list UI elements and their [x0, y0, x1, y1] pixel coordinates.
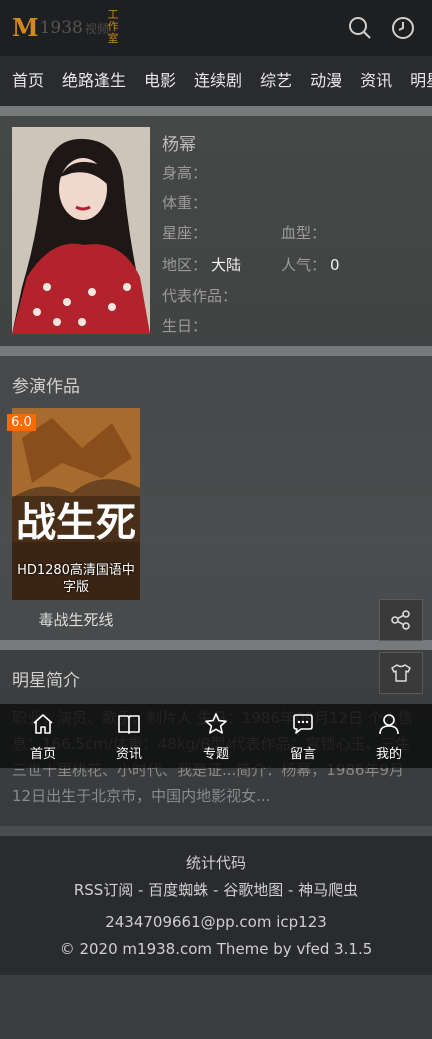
site-logo[interactable]: M 1938 视频 工作室	[12, 9, 119, 45]
poster-art-text: 战生死	[16, 500, 136, 546]
tab-label: 我的	[375, 747, 402, 762]
star-name: 杨幂	[162, 135, 196, 155]
chat-icon	[293, 714, 313, 734]
tab-messages[interactable]: 留言	[273, 704, 333, 768]
star-photo[interactable]	[12, 127, 150, 334]
tab-label: 首页	[29, 747, 56, 762]
work-title[interactable]: 毒战生死线	[12, 609, 140, 630]
birthday-field: 生日：	[162, 315, 207, 336]
works-section: 参演作品 战生死 HD1280高清国语中字版 毒战生死线	[0, 356, 432, 638]
weight-field: 体重：	[162, 192, 207, 213]
works-title: 参演作品	[12, 377, 80, 397]
book-icon	[118, 715, 140, 734]
height-label: 身高：	[162, 164, 208, 182]
logo-letter: M	[12, 13, 39, 42]
nav-item-anime[interactable]: 动漫	[310, 56, 342, 106]
tab-label: 资讯	[115, 747, 142, 762]
tab-mine[interactable]: 我的	[359, 704, 419, 768]
page-bottom	[0, 975, 432, 1039]
shirt-button[interactable]	[379, 652, 423, 694]
region-field: 地区： 大陆	[162, 254, 241, 275]
footer-stats: 统计代码	[185, 854, 246, 872]
bio-title: 明星简介	[12, 671, 80, 691]
bottom-tabbar: 首页 资讯 专题 留言 我的	[0, 704, 432, 768]
tab-home[interactable]: 首页	[13, 704, 73, 768]
nav-item-movie[interactable]: 电影	[144, 56, 176, 106]
user-icon	[379, 714, 399, 735]
share-button[interactable]	[379, 599, 423, 641]
portrait-image	[12, 127, 150, 334]
main-nav: 首页绝路逢生电影连续剧综艺动漫资讯明星	[0, 56, 432, 106]
works-label: 代表作品：	[162, 287, 238, 305]
divider	[0, 346, 432, 356]
birthday-label: 生日：	[162, 317, 208, 335]
nav-item-series[interactable]: 连续剧	[194, 56, 242, 106]
star-icon	[205, 713, 227, 734]
header: M 1938 视频 工作室	[0, 0, 432, 56]
region-value: 大陆	[211, 256, 242, 274]
share-icon	[391, 610, 410, 630]
blood-field: 血型：	[281, 222, 326, 243]
nav-item-variety[interactable]: 综艺	[260, 56, 292, 106]
weight-label: 体重：	[162, 194, 208, 212]
tab-topics[interactable]: 专题	[186, 704, 246, 768]
footer-copyright: © 2020 m1938.com Theme by vfed 3.1.5	[59, 940, 373, 958]
search-icon[interactable]	[347, 15, 373, 41]
logo-number: 1938	[39, 18, 83, 38]
tab-label: 留言	[289, 747, 316, 762]
popularity-field: 人气： 0	[281, 254, 340, 275]
footer: 统计代码 RSS订阅 - 百度蜘蛛 - 谷歌地图 - 神马爬虫 24347096…	[0, 836, 432, 975]
divider	[0, 826, 432, 836]
shirt-icon	[391, 664, 411, 682]
star-profile-card: 杨幂 身高： 体重： 星座： 血型： 地区： 大陆 人气： 0 代表作品： 生日：	[0, 116, 432, 346]
constellation-field: 星座：	[162, 222, 207, 243]
popularity-value: 0	[330, 256, 340, 274]
height-field: 身高：	[162, 162, 207, 183]
score-badge: 6.0	[7, 414, 36, 431]
footer-contact: 2434709661@pp.com icp123	[105, 913, 327, 931]
clock-icon[interactable]	[390, 15, 416, 41]
home-icon	[33, 714, 53, 734]
nav-item-stars[interactable]: 明星	[410, 56, 432, 106]
footer-links[interactable]: RSS订阅 - 百度蜘蛛 - 谷歌地图 - 神马爬虫	[0, 879, 432, 900]
tab-label: 专题	[202, 747, 229, 762]
tab-news[interactable]: 资讯	[99, 704, 159, 768]
nav-item-home[interactable]: 首页	[12, 56, 44, 106]
logo-badge: 工作室	[107, 8, 119, 45]
works-field: 代表作品：	[162, 285, 237, 306]
poster-caption: HD1280高清国语中字版	[17, 563, 135, 595]
nav-item-juelu[interactable]: 绝路逢生	[62, 56, 126, 106]
popularity-label: 人气：	[281, 256, 327, 274]
divider	[0, 640, 432, 650]
divider	[0, 106, 432, 116]
nav-item-news[interactable]: 资讯	[360, 56, 392, 106]
work-poster[interactable]: 战生死 HD1280高清国语中字版	[12, 408, 140, 600]
blood-label: 血型：	[281, 224, 327, 242]
constellation-label: 星座：	[162, 224, 208, 242]
region-label: 地区：	[162, 256, 208, 274]
